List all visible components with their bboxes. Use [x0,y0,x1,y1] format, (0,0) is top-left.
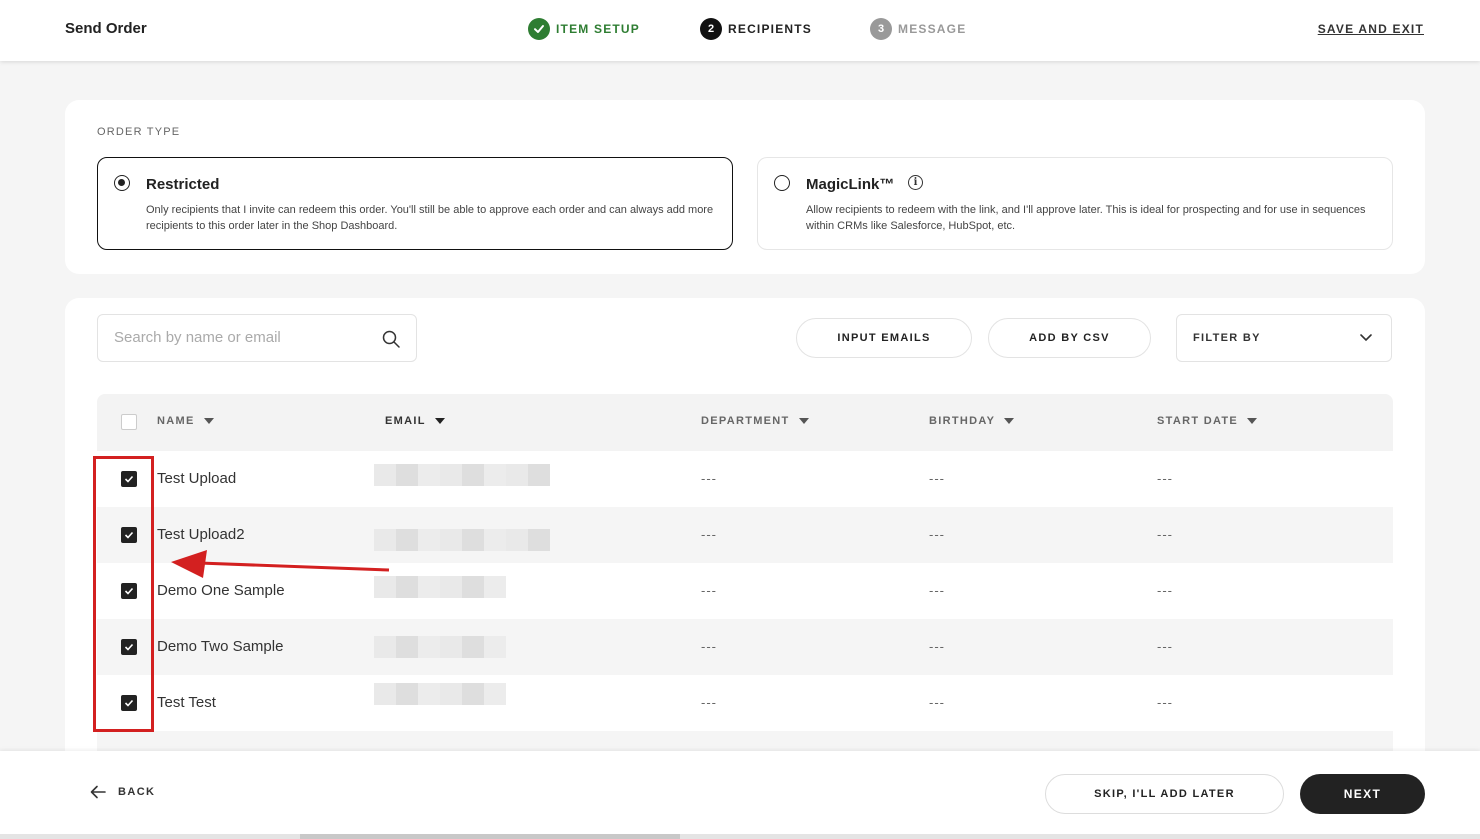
search-icon[interactable] [382,330,400,348]
horizontal-scrollbar[interactable] [0,834,1480,839]
table-header: NAME EMAIL DEPARTMENT BIRTHDAY START DAT… [97,394,1393,451]
birthday-cell: --- [929,639,945,654]
birthday-cell: --- [929,471,945,486]
radio-selected-icon[interactable] [114,175,130,191]
sort-caret-icon [1247,418,1258,424]
step-number: 2 [700,18,722,40]
step-number: 3 [870,18,892,40]
table-row[interactable]: Demo Two Sample --- --- --- [97,619,1393,675]
recipient-name: Test Test [157,694,216,711]
recipient-name: Test Upload [157,470,237,487]
step-label: RECIPIENTS [728,22,813,36]
order-type-restricted-option[interactable]: Restricted Only recipients that I invite… [97,157,733,250]
column-header-email[interactable]: EMAIL [385,415,445,427]
page-title: Send Order [65,20,147,37]
annotation-arrow-icon [171,550,390,578]
info-icon[interactable]: i [908,175,923,190]
sort-caret-icon [798,418,809,424]
input-emails-button[interactable]: INPUT EMAILS [796,318,972,358]
chevron-down-icon [1360,334,1372,342]
order-type-card: ORDER TYPE Restricted Only recipients th… [65,100,1425,274]
table-row[interactable]: Test Upload --- --- --- [97,451,1393,507]
start-date-cell: --- [1157,527,1173,542]
recipient-name: Test Upload2 [157,526,245,543]
start-date-cell: --- [1157,695,1173,710]
order-type-magiclink-option[interactable]: MagicLink™ i Allow recipients to redeem … [757,157,1393,250]
column-header-department[interactable]: DEPARTMENT [701,415,809,427]
column-header-birthday[interactable]: BIRTHDAY [929,415,1015,427]
recipient-email-redacted [374,464,550,486]
table-row[interactable]: Test Test --- --- --- [97,675,1393,731]
arrow-left-icon [90,785,106,799]
step-item-setup[interactable]: ITEM SETUP [528,18,640,40]
step-recipients[interactable]: 2 RECIPIENTS [700,18,812,40]
recipient-email-redacted [374,683,506,705]
add-by-csv-button[interactable]: ADD BY CSV [988,318,1151,358]
order-type-label: ORDER TYPE [97,126,181,138]
start-date-cell: --- [1157,471,1173,486]
skip-add-later-button[interactable]: SKIP, I'LL ADD LATER [1045,774,1284,814]
search-box[interactable] [97,314,417,362]
column-header-start-date[interactable]: START DATE [1157,415,1258,427]
birthday-cell: --- [929,527,945,542]
search-input[interactable] [114,329,364,346]
step-label: ITEM SETUP [556,22,641,36]
annotation-highlight-box [93,456,154,732]
option-title: MagicLink™ [806,176,895,193]
back-label: BACK [118,786,156,798]
radio-unselected-icon[interactable] [774,175,790,191]
next-button[interactable]: NEXT [1300,774,1425,814]
back-button[interactable]: BACK [90,785,155,799]
top-header: Send Order ITEM SETUP 2 RECIPIENTS 3 MES… [0,0,1480,61]
step-message[interactable]: 3 MESSAGE [870,18,966,40]
birthday-cell: --- [929,695,945,710]
recipient-email-redacted [374,636,506,658]
filter-by-dropdown[interactable]: FILTER BY [1176,314,1392,362]
sort-caret-icon [434,418,445,424]
start-date-cell: --- [1157,583,1173,598]
filter-by-label: FILTER BY [1193,332,1261,344]
column-header-name[interactable]: NAME [157,415,214,427]
department-cell: --- [701,639,717,654]
option-description: Only recipients that I invite can redeem… [146,204,714,232]
select-all-checkbox[interactable] [121,414,137,430]
recipient-name: Demo Two Sample [157,638,284,655]
sort-caret-icon [203,418,214,424]
save-and-exit-link[interactable]: SAVE AND EXIT [1318,22,1424,36]
step-label: MESSAGE [898,22,967,36]
sort-caret-icon [1004,418,1015,424]
check-icon [528,18,550,40]
option-title: Restricted [146,176,220,193]
department-cell: --- [701,471,717,486]
start-date-cell: --- [1157,639,1173,654]
recipient-email-redacted [374,529,550,551]
option-description: Allow recipients to redeem with the link… [806,204,1366,232]
department-cell: --- [701,527,717,542]
department-cell: --- [701,695,717,710]
scrollbar-thumb[interactable] [300,834,680,839]
department-cell: --- [701,583,717,598]
birthday-cell: --- [929,583,945,598]
bottom-action-bar: BACK SKIP, I'LL ADD LATER NEXT [0,751,1480,839]
